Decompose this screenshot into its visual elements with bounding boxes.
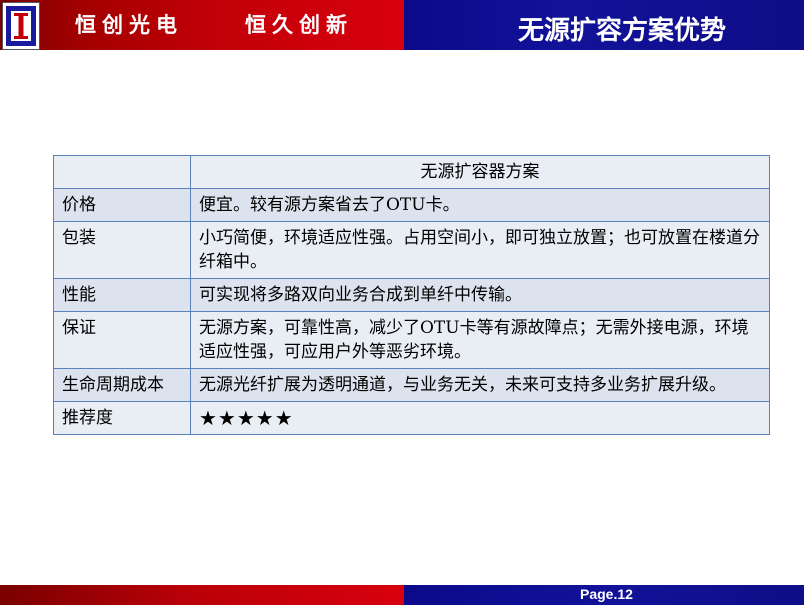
table-header-empty-cell [53,155,191,189]
rating-stars: ★★★★★ [190,401,770,435]
footer-right-band: Page.12 [404,585,804,605]
row-label-guarantee: 保证 [53,311,191,369]
comparison-table: 无源扩容器方案 价格 便宜。较有源方案省去了OTU卡。 包装 小巧简便，环境适应… [53,155,770,435]
page-number: Page.12 [580,586,633,602]
footer-band: Page.12 [0,585,804,605]
row-value-lifecycle-cost: 无源光纤扩展为透明通道，与业务无关，未来可支持多业务扩展升级。 [190,368,770,402]
table-row: 生命周期成本 无源光纤扩展为透明通道，与业务无关，未来可支持多业务扩展升级。 [53,368,770,402]
table-row: 性能 可实现将多路双向业务合成到单纤中传输。 [53,278,770,312]
row-value-performance: 可实现将多路双向业务合成到单纤中传输。 [190,278,770,312]
table-row: 推荐度 ★★★★★ [53,401,770,435]
table-row: 包装 小巧简便，环境适应性强。占用空间小，即可独立放置；也可放置在楼道分纤箱中。 [53,221,770,279]
footer-left-band [0,585,404,605]
table-row: 保证 无源方案，可靠性高，减少了OTU卡等有源故障点；无需外接电源，环境适应性强… [53,311,770,369]
table-row: 价格 便宜。较有源方案省去了OTU卡。 [53,188,770,222]
row-label-lifecycle-cost: 生命周期成本 [53,368,191,402]
row-label-performance: 性能 [53,278,191,312]
row-value-guarantee: 无源方案，可靠性高，减少了OTU卡等有源故障点；无需外接电源，环境适应性强，可应… [190,311,770,369]
page-title: 无源扩容方案优势 [517,16,726,46]
row-label-price: 价格 [53,188,191,222]
table-column-header: 无源扩容器方案 [190,155,770,189]
table-header-row: 无源扩容器方案 [53,155,770,189]
header-right-band: 无源扩容方案优势 [404,0,804,50]
row-value-packaging: 小巧简便，环境适应性强。占用空间小，即可独立放置；也可放置在楼道分纤箱中。 [190,221,770,279]
header-left-band: 恒创光电 恒久创新 [0,0,404,50]
company-logo-icon [2,2,40,50]
header-band: 恒创光电 恒久创新 无源扩容方案优势 [0,0,804,50]
row-label-recommendation: 推荐度 [53,401,191,435]
row-value-price: 便宜。较有源方案省去了OTU卡。 [190,188,770,222]
row-label-packaging: 包装 [53,221,191,279]
slogan-left: 恒创光电 [75,13,183,37]
slogan-right: 恒久创新 [245,13,353,37]
